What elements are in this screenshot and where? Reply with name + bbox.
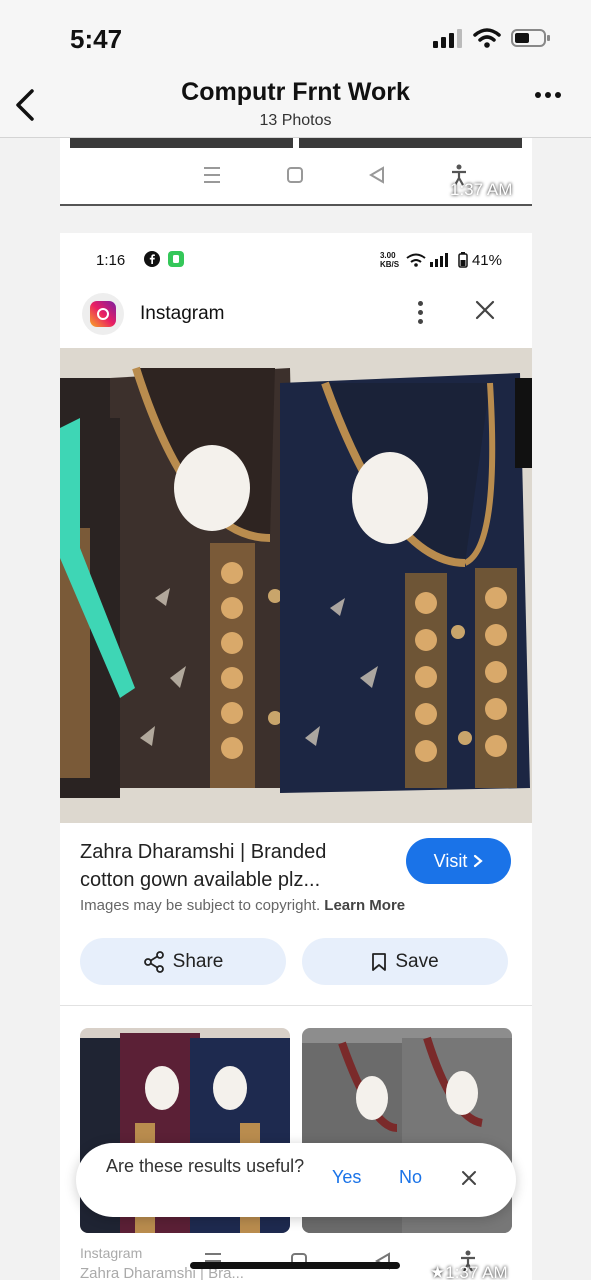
feedback-yes-button[interactable]: Yes — [332, 1167, 361, 1188]
menu-lines-icon — [204, 167, 220, 183]
album-title: Computr Frnt Work — [181, 78, 410, 106]
timestamp-text: 1:37 AM — [445, 1263, 508, 1280]
photo-count: 13 Photos — [259, 112, 332, 129]
notification-app-icon — [168, 251, 184, 267]
bookmark-icon — [372, 952, 387, 971]
instagram-logo-icon — [82, 293, 124, 335]
wifi-icon — [473, 28, 501, 48]
network-speed: 3.00 KB/S — [379, 251, 400, 269]
battery-percent: 41% — [471, 251, 502, 269]
copyright-text: Images may be subject to copyright. — [80, 897, 321, 914]
current-photo[interactable]: 1:16 3.00 KB/S 41% Instagram Zahra Dhara… — [60, 233, 532, 1280]
facebook-icon — [144, 251, 160, 267]
status-icons — [433, 28, 551, 48]
favorite-star-icon: ★ — [430, 1263, 446, 1280]
visit-label: Visit — [433, 850, 468, 871]
status-bar: 5:47 — [0, 0, 591, 70]
learn-more-link[interactable]: Learn More — [324, 897, 405, 914]
copyright-notice: Images may be subject to copyright. Lear… — [80, 897, 405, 914]
home-indicator[interactable] — [190, 1262, 400, 1269]
chevron-right-icon — [474, 854, 484, 868]
overflow-menu-icon[interactable] — [418, 301, 423, 324]
feedback-prompt: Are these results useful? Yes No — [76, 1143, 516, 1217]
signal-icon — [433, 29, 462, 48]
share-label: Share — [172, 950, 224, 972]
product-image[interactable] — [60, 348, 532, 823]
status-time: 5:47 — [70, 24, 123, 54]
save-button[interactable]: Save — [302, 938, 508, 985]
photo-timestamp: ★1:37 AM — [430, 1263, 508, 1280]
inner-signal-icon — [429, 253, 448, 267]
more-options-icon[interactable] — [535, 92, 561, 98]
photos-nav-bar: Computr Frnt Work 13 Photos — [0, 70, 591, 138]
photo-timestamp: 1:37 AM — [450, 180, 513, 199]
feedback-no-button[interactable]: No — [399, 1167, 422, 1188]
thumbnail-source: Instagram — [80, 1245, 143, 1261]
save-label: Save — [395, 950, 439, 972]
close-icon[interactable] — [474, 299, 496, 321]
lens-app-bar: Instagram — [60, 289, 532, 349]
inner-wifi-icon — [406, 253, 426, 267]
battery-icon — [511, 29, 550, 47]
garments-illustration — [60, 348, 532, 823]
section-divider — [60, 1005, 532, 1006]
source-app-name: Instagram — [140, 303, 225, 324]
visit-button[interactable]: Visit — [406, 838, 511, 884]
share-button[interactable]: Share — [80, 938, 286, 985]
feedback-question: Are these results useful? — [106, 1156, 305, 1176]
home-square-icon — [287, 167, 303, 183]
share-icon — [143, 950, 164, 973]
dismiss-close-icon[interactable] — [460, 1169, 478, 1187]
result-title[interactable]: Zahra Dharamshi | Branded cotton gown av… — [80, 838, 360, 894]
inner-status-time: 1:16 — [96, 252, 126, 269]
previous-photo[interactable]: 1:37 AM — [60, 138, 532, 206]
inner-battery-icon — [458, 252, 468, 268]
back-triangle-icon — [369, 166, 384, 184]
inner-status-bar: 1:16 3.00 KB/S 41% — [60, 233, 532, 285]
